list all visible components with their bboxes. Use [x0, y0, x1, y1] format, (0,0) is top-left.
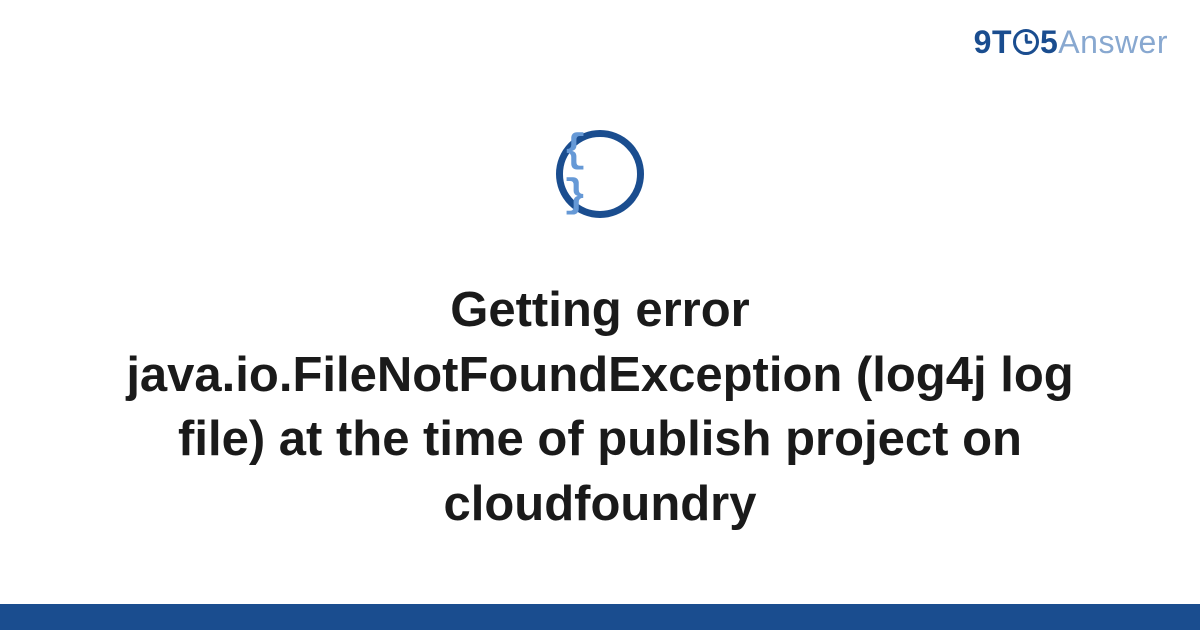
- question-title: Getting error java.io.FileNotFoundExcept…: [120, 278, 1080, 537]
- site-logo: 9T 5Answer: [974, 24, 1168, 61]
- footer-accent-bar: [0, 604, 1200, 630]
- category-icon-wrap: { }: [556, 130, 644, 218]
- clock-icon: [1013, 29, 1039, 55]
- logo-text-5: 5: [1040, 24, 1058, 60]
- logo-text-9t: 9T: [974, 24, 1012, 60]
- logo-text-answer: Answer: [1058, 24, 1168, 60]
- code-braces-icon: { }: [556, 130, 644, 218]
